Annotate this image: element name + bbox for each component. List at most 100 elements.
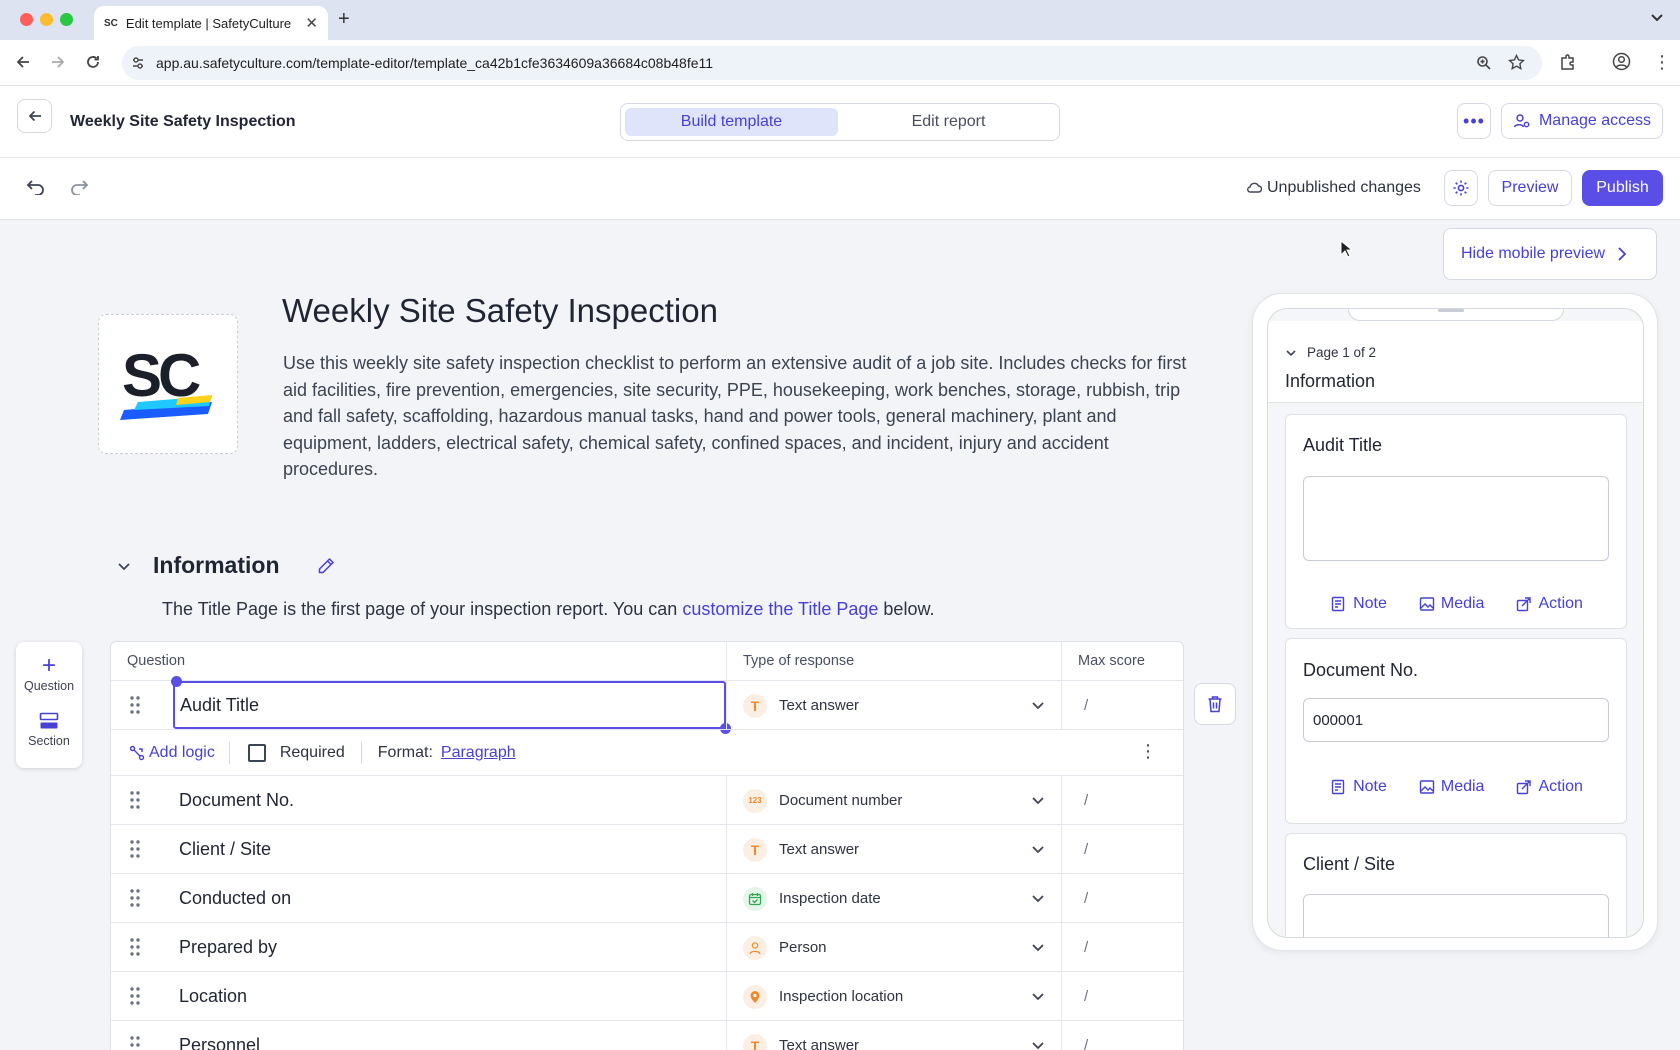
max-score-cell[interactable]: /: [1061, 1021, 1183, 1050]
collapse-chevron-icon[interactable]: [116, 558, 132, 574]
preview-button[interactable]: Preview: [1488, 170, 1572, 206]
response-type-select[interactable]: Inspection location: [726, 972, 1061, 1021]
max-score-cell[interactable]: /: [1061, 825, 1183, 874]
minimize-window-icon[interactable]: [40, 13, 53, 26]
back-button[interactable]: [17, 99, 52, 133]
max-score-cell[interactable]: /: [1061, 776, 1183, 825]
max-score-cell[interactable]: /: [1061, 972, 1183, 1021]
add-section-button[interactable]: Section: [16, 712, 82, 748]
action-button[interactable]: Action: [1516, 595, 1583, 613]
question-input[interactable]: Audit Title: [171, 676, 731, 734]
delete-question-button[interactable]: [1194, 683, 1236, 725]
table-row[interactable]: Location Inspection location /: [111, 971, 1183, 1021]
drag-handle-icon[interactable]: [129, 695, 141, 715]
question-text[interactable]: Prepared by: [179, 923, 277, 972]
header-type: Type of response: [726, 642, 1061, 680]
profile-icon[interactable]: [1612, 52, 1631, 71]
mobile-document-no-input[interactable]: 000001: [1303, 698, 1609, 742]
question-text[interactable]: Document No.: [179, 776, 294, 825]
extensions-puzzle-icon[interactable]: [1559, 53, 1577, 71]
browser-menu-icon[interactable]: ⋮: [1653, 53, 1671, 71]
add-question-button[interactable]: + Question: [16, 654, 82, 694]
table-row[interactable]: Client / Site T Text answer /: [111, 824, 1183, 874]
drag-handle-icon[interactable]: [129, 1035, 141, 1050]
customize-title-page-link[interactable]: customize the Title Page: [682, 599, 878, 619]
media-button[interactable]: Media: [1419, 595, 1484, 613]
required-checkbox[interactable]: [247, 743, 266, 762]
table-row[interactable]: Conducted on Inspection date /: [111, 873, 1183, 923]
close-window-icon[interactable]: [20, 13, 33, 26]
reload-icon[interactable]: [84, 53, 102, 71]
media-button[interactable]: Media: [1419, 778, 1484, 796]
drag-handle-icon[interactable]: [129, 839, 141, 859]
manage-access-button[interactable]: Manage access: [1501, 103, 1663, 139]
note-button[interactable]: Note: [1331, 595, 1387, 613]
divider: [360, 741, 362, 764]
mobile-client-site-input[interactable]: [1303, 894, 1609, 937]
template-description[interactable]: Use this weekly site safety inspection c…: [283, 350, 1193, 483]
table-row[interactable]: Prepared by Person /: [111, 922, 1183, 972]
question-text[interactable]: Location: [179, 972, 247, 1021]
kebab-menu-icon[interactable]: ⋮: [1139, 742, 1157, 760]
mouse-cursor-icon: [1340, 240, 1352, 258]
collapse-chevron-icon[interactable]: [1285, 347, 1297, 359]
mobile-audit-title-input[interactable]: [1303, 476, 1609, 561]
url-field[interactable]: app.au.safetyculture.com/template-editor…: [122, 46, 1542, 80]
publish-button[interactable]: Publish: [1582, 170, 1663, 206]
template-title[interactable]: Weekly Site Safety Inspection: [282, 292, 718, 330]
settings-button[interactable]: [1444, 170, 1478, 206]
undo-icon[interactable]: [26, 179, 46, 195]
new-tab-icon[interactable]: +: [338, 8, 350, 31]
note-text-before: The Title Page is the first page of your…: [162, 599, 683, 619]
site-settings-icon[interactable]: [130, 55, 146, 71]
action-button[interactable]: Action: [1516, 778, 1583, 796]
max-score-cell[interactable]: /: [1061, 874, 1183, 923]
maximize-window-icon[interactable]: [60, 13, 73, 26]
response-type-select[interactable]: T Text answer: [726, 1021, 1061, 1050]
table-row[interactable]: Document No. 123 Document number /: [111, 775, 1183, 825]
question-text[interactable]: Conducted on: [179, 874, 291, 923]
browser-tab[interactable]: SC Edit template | SafetyCulture ✕: [94, 6, 328, 40]
format-paragraph-link[interactable]: Paragraph: [441, 744, 516, 762]
table-row-selected[interactable]: Audit Title T Text answer /: [111, 676, 1183, 734]
response-type-select[interactable]: Person: [726, 923, 1061, 972]
resize-handle-top-icon[interactable]: [171, 676, 182, 687]
table-row[interactable]: Personnel T Text answer /: [111, 1020, 1183, 1050]
back-arrow-icon[interactable]: [14, 53, 32, 71]
more-options-button[interactable]: •••: [1457, 103, 1491, 139]
max-score-cell[interactable]: /: [1061, 681, 1183, 730]
close-tab-icon[interactable]: ✕: [305, 14, 318, 32]
text-answer-icon: T: [743, 837, 767, 862]
header-question: Question: [127, 653, 186, 669]
action-icon: [1517, 597, 1532, 612]
drag-handle-icon[interactable]: [129, 986, 141, 1006]
redo-icon[interactable]: [69, 179, 89, 195]
section-title[interactable]: Information: [153, 552, 280, 579]
drag-handle-icon[interactable]: [129, 790, 141, 810]
max-score-cell[interactable]: /: [1061, 923, 1183, 972]
document-number-icon: 123: [743, 788, 767, 813]
drag-handle-icon[interactable]: [129, 937, 141, 957]
response-type-select[interactable]: T Text answer: [726, 681, 1061, 730]
tab-list-chevron-icon[interactable]: [1650, 10, 1664, 24]
zoom-icon[interactable]: [1476, 55, 1492, 71]
editor-canvas: SC Weekly Site Safety Inspection Use thi…: [0, 220, 1680, 1050]
pencil-icon[interactable]: [316, 556, 336, 576]
mobile-question-card: Client / Site: [1285, 833, 1627, 937]
note-button[interactable]: Note: [1331, 778, 1387, 796]
response-type-select[interactable]: 123 Document number: [726, 776, 1061, 825]
drag-handle-icon[interactable]: [129, 888, 141, 908]
mobile-question-actions: Note Media Action: [1286, 595, 1628, 613]
bookmark-star-icon[interactable]: [1508, 54, 1525, 71]
chevron-right-icon: [1617, 247, 1627, 261]
question-text[interactable]: Personnel: [179, 1021, 260, 1050]
forward-arrow-icon[interactable]: [49, 53, 67, 71]
response-type-select[interactable]: T Text answer: [726, 825, 1061, 874]
tab-edit-report[interactable]: Edit report: [842, 108, 1055, 136]
tab-build-template[interactable]: Build template: [625, 108, 838, 136]
hide-mobile-preview-button[interactable]: Hide mobile preview: [1443, 228, 1657, 280]
question-text[interactable]: Client / Site: [179, 825, 271, 874]
add-logic-button[interactable]: Add logic: [129, 744, 215, 762]
template-logo[interactable]: SC: [98, 314, 238, 454]
response-type-select[interactable]: Inspection date: [726, 874, 1061, 923]
